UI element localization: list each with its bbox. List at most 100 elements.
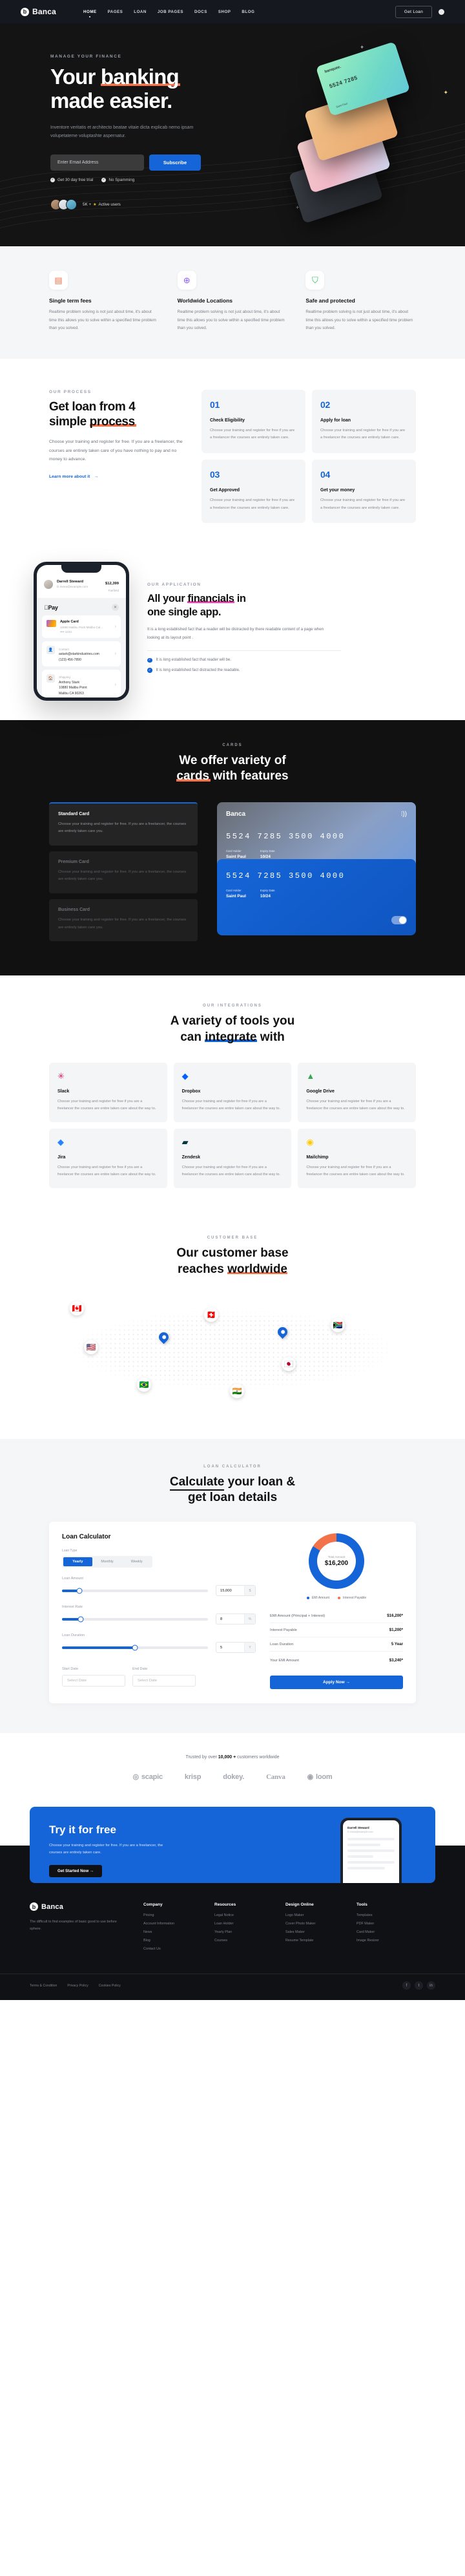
row-value: $16,200* bbox=[387, 1613, 403, 1619]
social-links: f t in bbox=[402, 1981, 435, 1990]
card-type-text: Choose your training and register for fr… bbox=[58, 822, 187, 834]
card-icon: ▤ bbox=[49, 271, 68, 290]
end-date-field: End Date Select Date bbox=[132, 1667, 196, 1687]
nav-item-job-pages[interactable]: JOB PAGES bbox=[158, 10, 183, 14]
footer-link[interactable]: Yearly Plan bbox=[214, 1930, 269, 1934]
nav-item-pages[interactable]: PAGES bbox=[108, 10, 123, 14]
avatar bbox=[66, 198, 77, 210]
loan-amount-slider[interactable] bbox=[62, 1588, 208, 1594]
calc-title-line2: get loan details bbox=[187, 1491, 278, 1505]
loan-amount-input[interactable]: 15,000 $ bbox=[216, 1585, 256, 1597]
hero-title-line2: made easier. bbox=[50, 89, 172, 113]
brand-logo[interactable]: b Banca bbox=[21, 7, 56, 16]
app-check-item: ✓ It is long established fact that reade… bbox=[147, 657, 360, 663]
footer-link[interactable]: PDF Maker bbox=[356, 1922, 411, 1926]
app-title-post: in bbox=[234, 593, 246, 605]
footer-terms-link[interactable]: Terms & Condition bbox=[30, 1984, 57, 1988]
contact-email: astark@starkindustries.com bbox=[59, 652, 99, 657]
benefit-label: Get 30 day free trial bbox=[57, 177, 94, 182]
learn-more-link[interactable]: Learn more about it → bbox=[49, 474, 98, 479]
footer-link[interactable]: Sales Maker bbox=[285, 1930, 340, 1934]
start-date-input[interactable]: Select Date bbox=[62, 1675, 125, 1687]
footer-link[interactable]: Pricing bbox=[143, 1913, 198, 1917]
loan-duration-input[interactable]: 5 Y bbox=[216, 1642, 256, 1654]
slider-knob[interactable] bbox=[76, 1588, 83, 1594]
brands-section: Trusted by over 10,000 + customers world… bbox=[0, 1733, 465, 1801]
tab-weekly[interactable]: Weekly bbox=[122, 1557, 151, 1566]
integration-card-slack[interactable]: ✳ Slack Choose your training and registe… bbox=[49, 1062, 167, 1122]
loan-duration-slider[interactable] bbox=[62, 1645, 208, 1651]
process-steps: 01 Check Eligibility Choose your trainin… bbox=[202, 389, 416, 524]
nav-item-docs[interactable]: DOCS bbox=[194, 10, 207, 14]
integration-card-jira[interactable]: ◆ Jira Choose your training and register… bbox=[49, 1128, 167, 1189]
footer-link[interactable]: Loan Holder bbox=[214, 1922, 269, 1926]
apply-now-button[interactable]: Apply Now → bbox=[270, 1676, 403, 1690]
integrations-grid: ✳ Slack Choose your training and registe… bbox=[0, 1062, 465, 1189]
list-item[interactable]: 👤 Contact astark@starkindustries.com (12… bbox=[42, 641, 121, 666]
twitter-icon[interactable]: t bbox=[415, 1981, 423, 1990]
card-type-standard[interactable]: Standard Card Choose your training and r… bbox=[49, 802, 198, 846]
footer-link[interactable]: Templates bbox=[356, 1913, 411, 1917]
process-step[interactable]: 04 Get your money Choose your training a… bbox=[312, 459, 416, 524]
card-type-premium[interactable]: Premium Card Choose your training and re… bbox=[49, 851, 198, 894]
close-icon[interactable]: ✕ bbox=[112, 604, 119, 612]
balance-city: Fairfield bbox=[108, 589, 119, 593]
brand-logos: ◎ scapic krisp dokey. Canva ◉ loom bbox=[0, 1772, 465, 1782]
footer-cookies-link[interactable]: Cookies Policy bbox=[99, 1984, 121, 1988]
jira-icon: ◆ bbox=[57, 1136, 64, 1147]
tab-monthly[interactable]: Monthly bbox=[93, 1557, 122, 1566]
nav-item-loan[interactable]: LOAN bbox=[134, 10, 147, 14]
footer-link[interactable]: Blog bbox=[143, 1939, 198, 1943]
footer-link[interactable]: Card Maker bbox=[356, 1930, 411, 1934]
feature-title: Single term fees bbox=[49, 297, 92, 304]
subscribe-button[interactable]: Subscribe bbox=[149, 154, 201, 171]
process-row: OUR PROCESS Get loan from 4 simple proce… bbox=[0, 389, 465, 524]
get-started-button[interactable]: Get Started Now → bbox=[49, 1865, 103, 1878]
slider-knob[interactable] bbox=[78, 1616, 84, 1623]
footer-column-title: Tools bbox=[356, 1902, 367, 1908]
list-item[interactable]: Apple Card 10880 Malibu Point Malibu Cal… bbox=[42, 615, 121, 639]
integration-card-mailchimp[interactable]: ◉ Mailchimp Choose your training and reg… bbox=[298, 1128, 416, 1189]
footer-link[interactable]: Legal Notice bbox=[214, 1913, 269, 1917]
facebook-icon[interactable]: f bbox=[402, 1981, 411, 1990]
nav-item-shop[interactable]: SHOP bbox=[218, 10, 231, 14]
integration-card-zendesk[interactable]: ▰ Zendesk Choose your training and regis… bbox=[173, 1128, 292, 1189]
footer-link[interactable]: Logo Maker bbox=[285, 1913, 340, 1917]
footer-privacy-link[interactable]: Privacy Policy bbox=[67, 1984, 88, 1988]
footer-link[interactable]: Contact Us bbox=[143, 1947, 198, 1951]
footer-link[interactable]: Image Resizer bbox=[356, 1939, 411, 1943]
interest-rate-input[interactable]: 8 % bbox=[216, 1613, 256, 1625]
avatar[interactable] bbox=[439, 8, 444, 15]
hero-card-number: 5524 7285 bbox=[328, 74, 358, 90]
process-step[interactable]: 01 Check Eligibility Choose your trainin… bbox=[202, 389, 305, 453]
interest-rate-slider[interactable] bbox=[62, 1616, 208, 1623]
brand-logo-scapic: ◎ scapic bbox=[132, 1772, 163, 1782]
footer-link[interactable]: Resume Template bbox=[285, 1939, 340, 1943]
footer-link[interactable]: Cover Photo Maker bbox=[285, 1922, 340, 1926]
footer-link[interactable]: Courses bbox=[214, 1939, 269, 1943]
slider-knob[interactable] bbox=[132, 1645, 138, 1651]
get-loan-button[interactable]: Get Loan bbox=[395, 5, 432, 18]
email-input[interactable] bbox=[50, 154, 144, 171]
footer-link[interactable]: News bbox=[143, 1930, 198, 1934]
linkedin-icon[interactable]: in bbox=[427, 1981, 435, 1990]
card-type-title: Standard Card bbox=[58, 811, 90, 816]
card-type-title: Business Card bbox=[58, 908, 90, 913]
end-date-input[interactable]: Select Date bbox=[132, 1675, 196, 1687]
integration-card-google-drive[interactable]: ▲ Google Drive Choose your training and … bbox=[298, 1062, 416, 1122]
footer-link[interactable]: Account Information bbox=[143, 1922, 198, 1926]
card-type-business[interactable]: Business Card Choose your training and r… bbox=[49, 899, 198, 942]
nav-links: HOME PAGES LOAN JOB PAGES DOCS SHOP BLOG bbox=[83, 10, 254, 14]
tab-yearly[interactable]: Yearly bbox=[63, 1557, 92, 1567]
top-navigation: b Banca HOME PAGES LOAN JOB PAGES DOCS S… bbox=[0, 0, 465, 23]
nav-item-home[interactable]: HOME bbox=[83, 10, 97, 14]
nav-item-blog[interactable]: BLOG bbox=[242, 10, 254, 14]
card-holder-label: Card Holder bbox=[226, 888, 242, 892]
integration-name: Google Drive bbox=[306, 1089, 335, 1094]
footer-logo[interactable]: b Banca bbox=[30, 1902, 127, 1911]
integration-card-dropbox[interactable]: ◆ Dropbox Choose your training and regis… bbox=[173, 1062, 292, 1122]
process-step[interactable]: 03 Get Approved Choose your training and… bbox=[202, 459, 305, 524]
card-number: 5524 7285 3500 4000 bbox=[226, 871, 346, 880]
process-step[interactable]: 02 Apply for loan Choose your training a… bbox=[312, 389, 416, 453]
list-item[interactable]: 🏠 Shipping Anthony Stark 10880 Malibu Po… bbox=[42, 669, 121, 698]
